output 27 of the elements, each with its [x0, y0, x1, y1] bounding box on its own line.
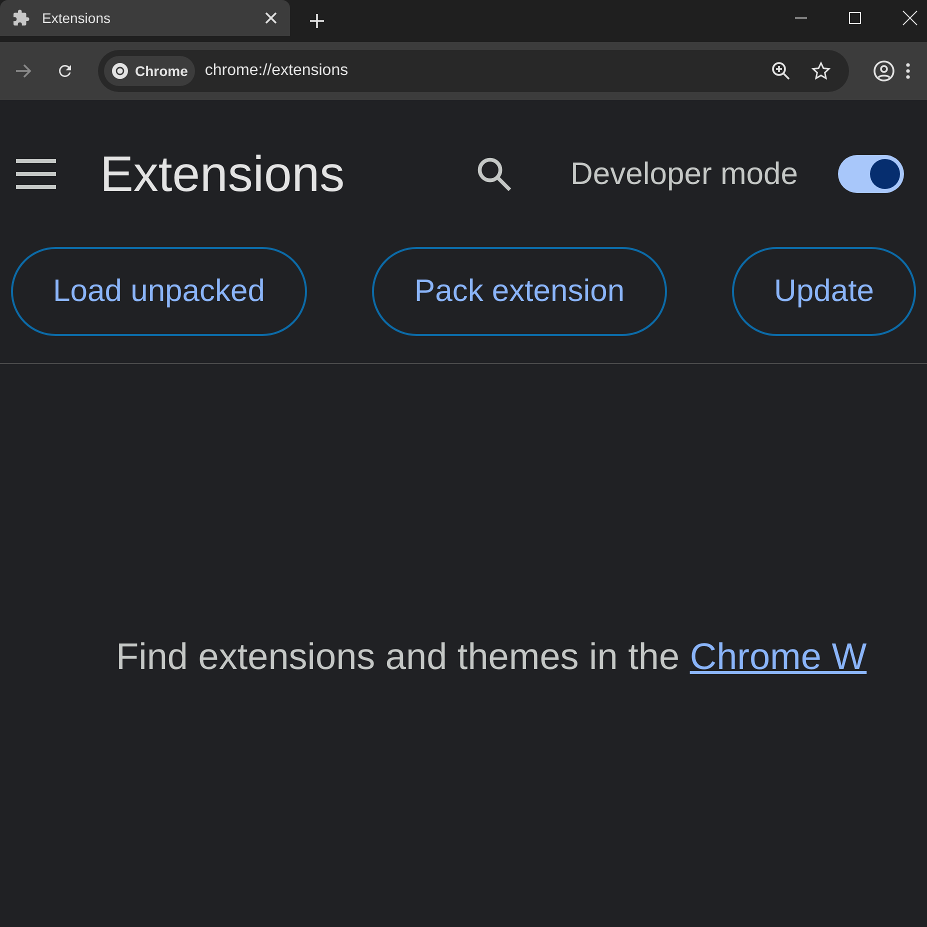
star-icon[interactable]	[811, 61, 831, 81]
forward-arrow-icon[interactable]	[14, 62, 32, 80]
menu-dots-icon[interactable]	[905, 62, 911, 80]
developer-mode-toggle[interactable]	[838, 155, 904, 193]
site-chip[interactable]: Chrome	[104, 56, 195, 86]
chip-label: Chrome	[135, 62, 188, 80]
page-title: Extensions	[100, 144, 345, 204]
profile-icon[interactable]	[873, 60, 895, 82]
web-store-link[interactable]: Chrome W	[690, 636, 867, 677]
url-text: chrome://extensions	[204, 61, 350, 81]
action-button[interactable]: Load unpacked	[11, 246, 308, 336]
menu-icon[interactable]	[16, 159, 56, 189]
zoom-icon[interactable]	[771, 61, 791, 81]
tab-title: Extensions	[42, 8, 112, 28]
puzzle-icon	[12, 9, 30, 27]
new-tab-icon[interactable]	[309, 13, 325, 29]
store-message: Find extensions and themes in the Chrome W	[116, 636, 867, 677]
action-button[interactable]: Update	[732, 246, 916, 336]
close-icon[interactable]	[264, 11, 278, 25]
action-button[interactable]: Pack extension	[372, 246, 667, 336]
address-bar[interactable]: Chrome chrome://extensions	[98, 50, 849, 92]
chrome-logo-icon	[111, 62, 129, 80]
browser-tab[interactable]: Extensions	[0, 0, 290, 36]
maximize-icon[interactable]	[848, 11, 862, 25]
developer-mode-label: Developer mode	[570, 154, 798, 193]
close-window-icon[interactable]	[902, 10, 918, 26]
reload-icon[interactable]	[56, 62, 74, 80]
